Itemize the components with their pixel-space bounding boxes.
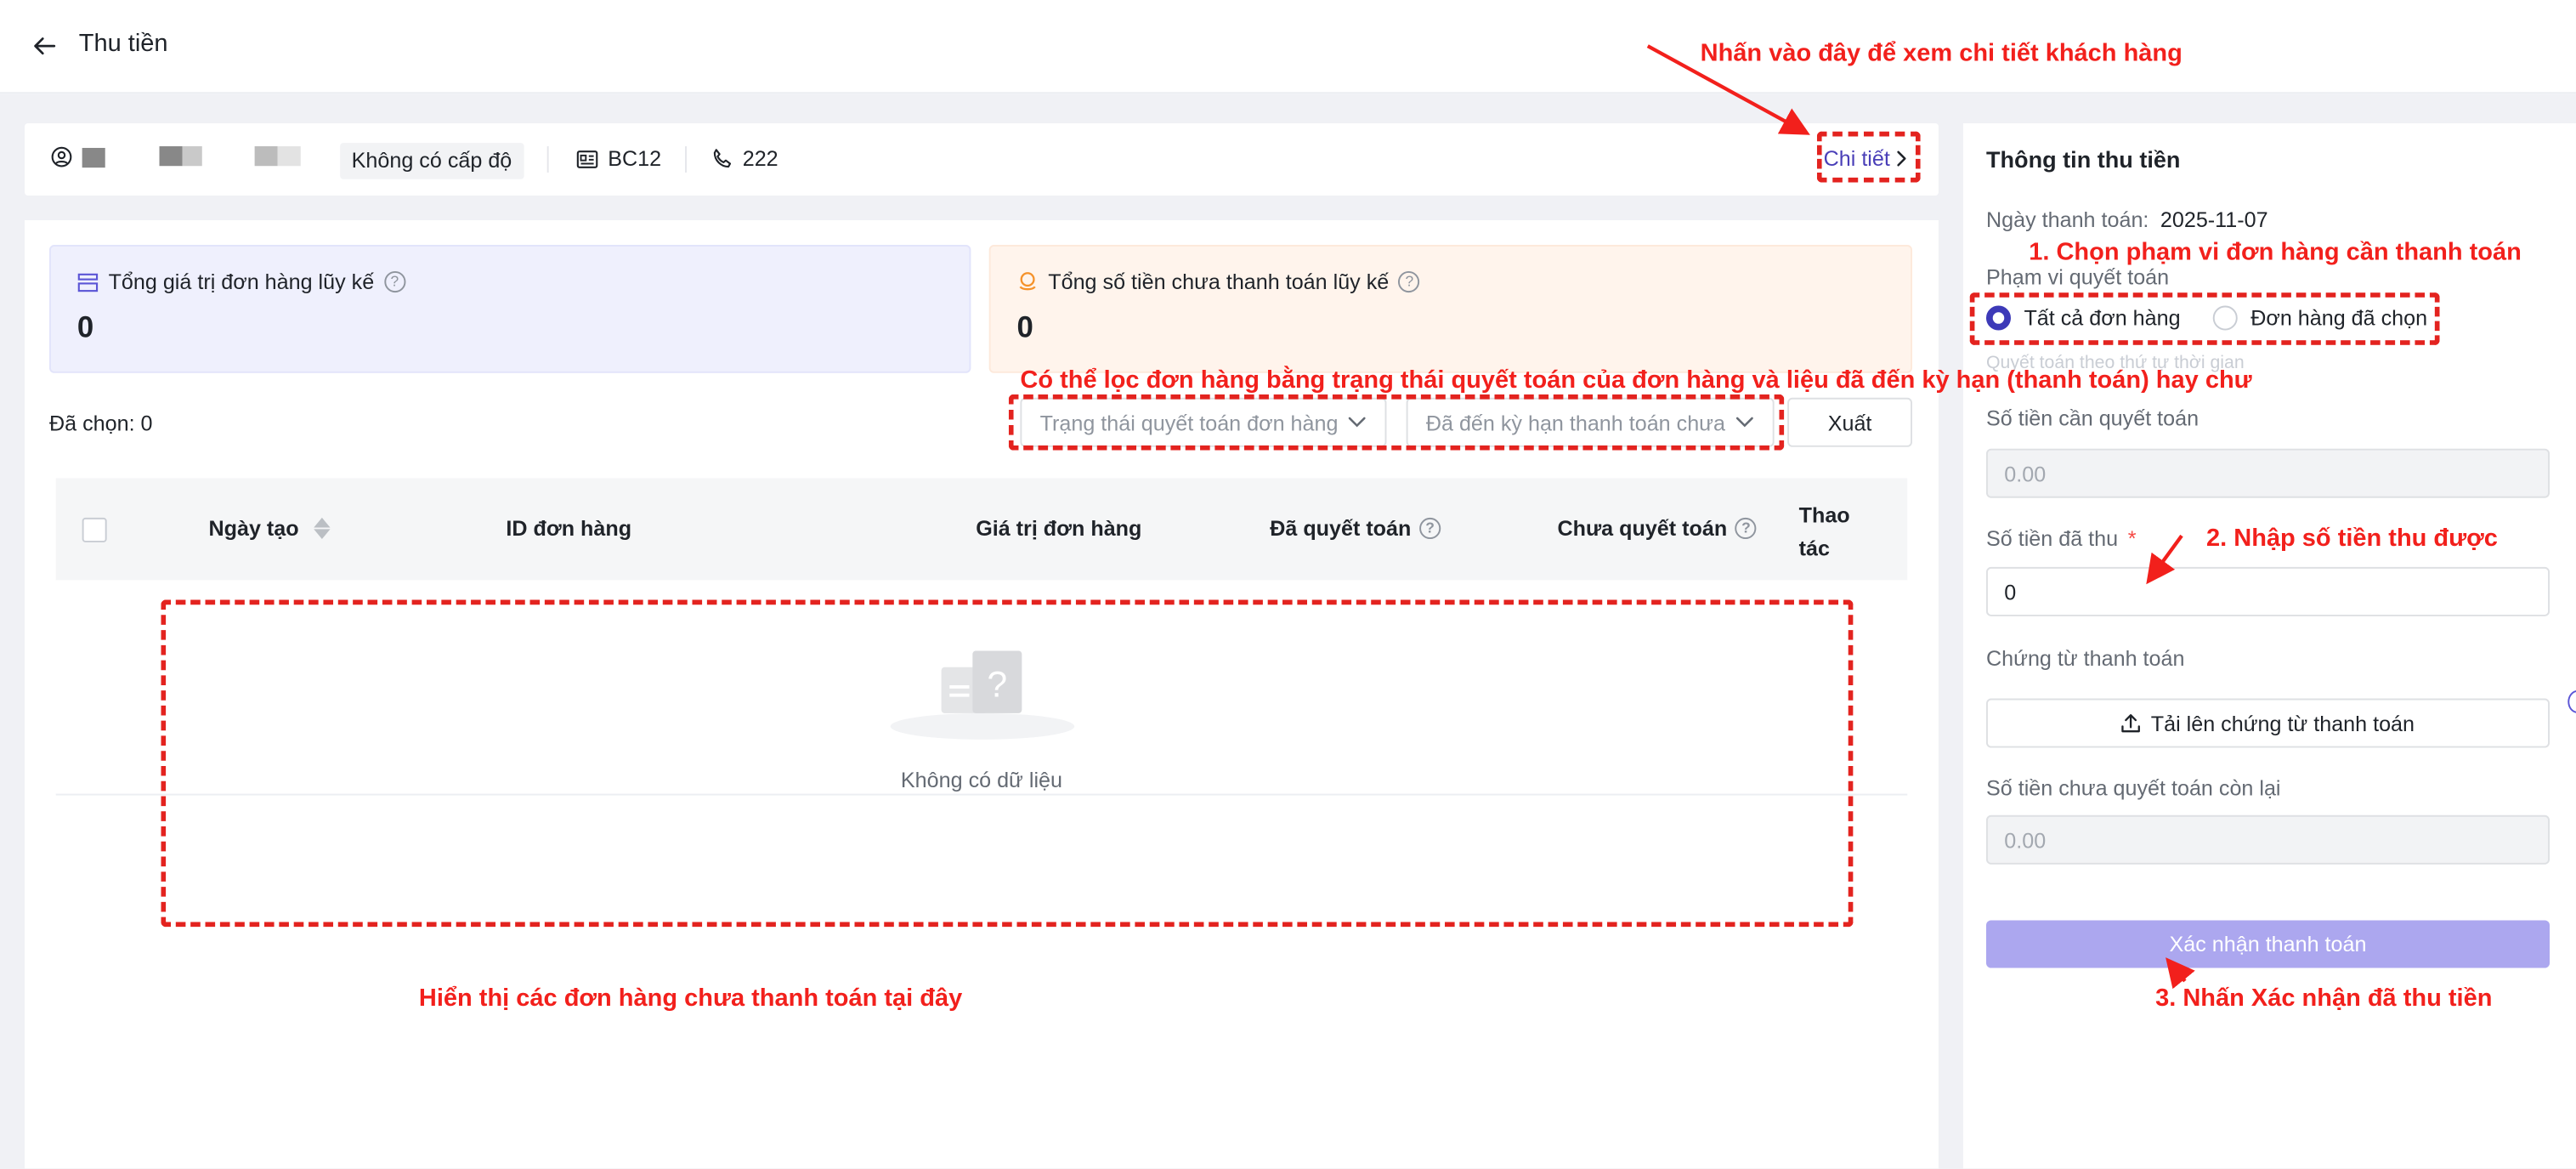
column-settled: Đã quyết toán ? [1270,516,1441,541]
customer-phone-text: 222 [742,146,778,172]
annotation-box-table [161,599,1854,928]
sort-icon[interactable] [314,517,331,540]
payment-voucher-label: Chứng từ thanh toán [1985,645,2185,671]
annotation-step2: 2. Nhập số tiền thu được [2206,524,2498,553]
top-bar: Thu tiền [0,0,2576,94]
column-order-id: ID đơn hàng [506,515,632,541]
settlement-scope-label: Phạm vi quyết toán [1985,264,2170,290]
customer-code: BC12 [576,146,661,171]
annotation-box-filters [1008,394,1785,451]
total-unpaid-label: Tổng số tiền chưa thanh toán lũy kế [1048,270,1390,295]
amount-received-input[interactable]: 0 [1985,566,2551,616]
page-title: Thu tiền [78,29,168,58]
annotation-step3: 3. Nhấn Xác nhận đã thu tiền [2155,984,2493,1013]
annotation-box-scope [1969,292,2440,345]
customer-name [51,146,105,167]
masked-name-block [82,147,105,167]
select-all-checkbox[interactable] [82,517,107,542]
confirm-payment-button[interactable]: Xác nhận thanh toán [1985,920,2551,968]
upload-voucher-button[interactable]: Tải lên chứng từ thanh toán [1985,698,2551,748]
export-button[interactable]: Xuất [1787,397,1913,447]
annotation-table: Hiển thị các đơn hàng chưa thanh toán tạ… [418,984,963,1013]
payment-panel-title: Thông tin thu tiền [1985,146,2181,173]
remaining-label: Số tiền chưa quyết toán còn lại [1985,775,2281,801]
column-unsettled: Chưa quyết toán ? [1557,516,1757,541]
total-order-value: 0 [76,310,94,343]
id-card-icon [576,150,598,167]
customer-info-bar: Không có cấp độ BC12 222 Chi tiết [24,122,1939,196]
payment-date-label: Ngày thanh toán: [1985,207,2149,232]
total-unpaid-card: Tổng số tiền chưa thanh toán lũy kế ? 0 [988,245,1913,373]
column-created-date[interactable]: Ngày tạo [208,516,331,541]
annotation-detail: Nhấn vào đây để xem chi tiết khách hàng [1700,39,2183,68]
masked-field [159,146,202,167]
upload-icon [2121,714,2141,733]
phone-icon [713,149,732,168]
selected-count: Đã chọn: 0 [48,411,153,436]
column-order-value: Giá trị đơn hàng [976,515,1142,541]
customer-level-tag: Không có cấp độ [340,143,524,179]
help-icon[interactable]: ? [1419,517,1441,540]
total-order-value-label: Tổng giá trị đơn hàng lũy kế [108,270,375,295]
help-icon[interactable]: ? [1398,270,1420,293]
annotation-box-detail [1816,131,1921,183]
required-mark: * [2127,525,2137,551]
remaining-field: 0.00 [1985,814,2551,865]
payment-date-value: 2025-11-07 [2160,207,2268,232]
annotation-filter: Có thể lọc đơn hàng bằng trạng thái quyế… [1020,366,2252,394]
total-order-value-card: Tổng giá trị đơn hàng lũy kế ? 0 [48,245,971,373]
help-icon[interactable]: ? [1735,517,1757,540]
annotation-step1: 1. Chọn phạm vi đơn hàng cần thanh toán [2029,238,2522,267]
amount-to-settle-field: 0.00 [1985,448,2551,498]
divider [546,146,549,173]
customer-phone: 222 [711,146,778,171]
user-circle-icon [51,146,72,167]
customer-code-text: BC12 [608,146,662,172]
amount-received-label: Số tiền đã thu * [1985,525,2137,551]
back-arrow-icon[interactable] [31,33,58,60]
total-unpaid-value: 0 [1016,310,1033,343]
orders-table-header: Ngày tạo ID đơn hàng Giá trị đơn hàng Đã… [55,478,1908,581]
amount-to-settle-label: Số tiền cần quyết toán [1985,406,2200,431]
column-actions: Thao tác [1798,502,1850,561]
masked-field [254,146,301,167]
stack-icon [77,272,99,292]
divider [685,146,687,173]
coins-icon [1019,272,1036,291]
help-icon[interactable]: ? [383,270,405,293]
